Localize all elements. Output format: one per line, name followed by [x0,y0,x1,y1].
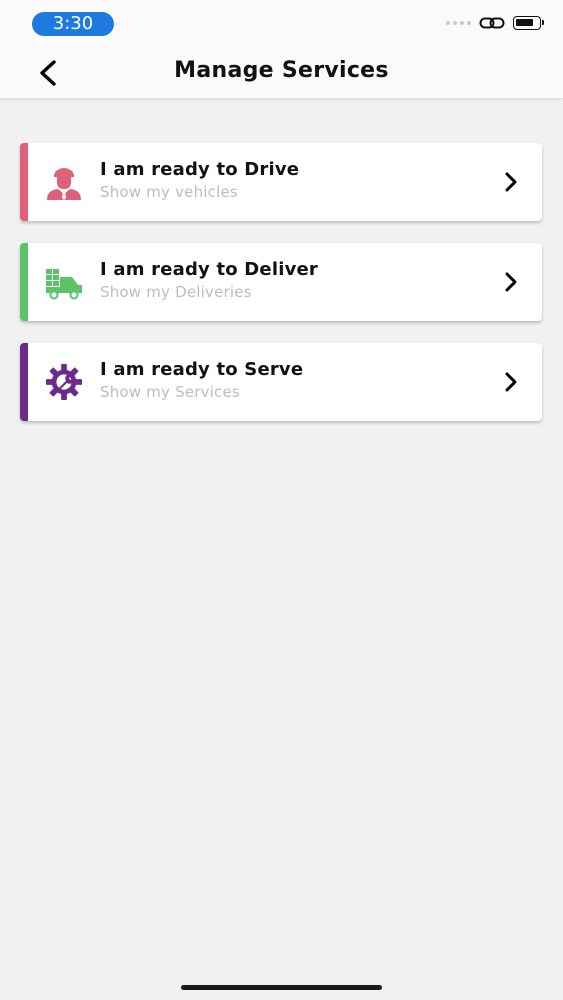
service-title: I am ready to Deliver [100,259,318,280]
service-subtitle: Show my Services [100,383,240,401]
service-subtitle: Show my Deliveries [100,283,252,301]
status-time: 3:30 [32,12,114,36]
status-icons [446,16,544,30]
service-card-drive[interactable]: I am ready to Drive Show my vehicles [20,143,542,221]
service-title: I am ready to Serve [100,359,304,380]
link-icon [479,17,505,29]
chevron-right-icon [505,172,517,192]
service-title: I am ready to Drive [100,159,300,180]
service-gear-icon [44,363,84,401]
chevron-right-icon [505,372,517,392]
driver-icon [44,163,84,201]
card-accent-bar [20,243,28,321]
services-list: I am ready to Drive Show my vehicles I a… [20,143,542,443]
card-accent-bar [20,343,28,421]
page-title: Manage Services [174,58,389,83]
navigation-bar: Manage Services [0,46,563,99]
battery-icon [513,16,544,30]
service-subtitle: Show my vehicles [100,183,238,201]
status-bar: 3:30 [0,0,563,46]
service-card-serve[interactable]: I am ready to Serve Show my Services [20,343,542,421]
signal-icon [446,21,471,25]
card-accent-bar [20,143,28,221]
service-card-deliver[interactable]: I am ready to Deliver Show my Deliveries [20,243,542,321]
delivery-truck-icon [44,263,84,301]
chevron-right-icon [505,272,517,292]
home-indicator[interactable] [181,985,382,990]
